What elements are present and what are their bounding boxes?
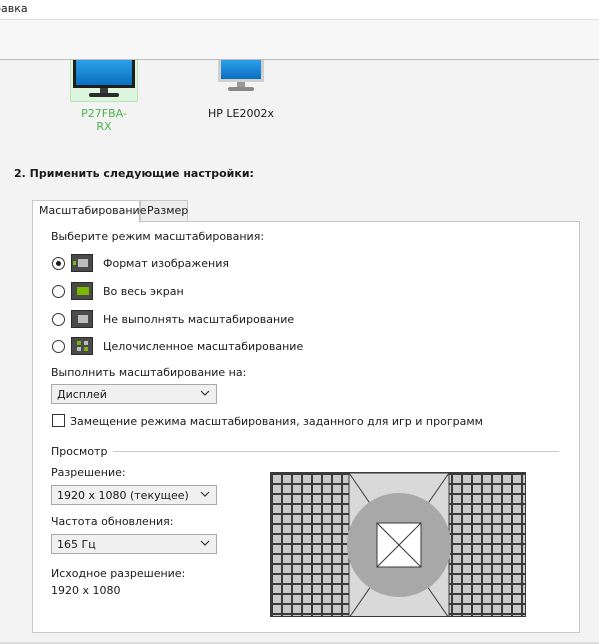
refresh-rate-select[interactable]: 165 Гц — [51, 534, 217, 554]
refresh-rate-label: Частота обновления: — [51, 515, 174, 528]
no-scaling-icon — [71, 310, 93, 328]
tab-scaling[interactable]: Масштабирование — [32, 200, 146, 223]
radio-full-screen[interactable] — [52, 285, 65, 298]
tab-size[interactable]: Размер — [140, 200, 188, 222]
radio-no-scaling[interactable] — [52, 313, 65, 326]
option-label-aspect-ratio[interactable]: Формат изображения — [103, 257, 229, 270]
perform-scaling-on-value: Дисплей — [57, 388, 107, 401]
native-resolution-value: 1920 x 1080 — [51, 584, 121, 597]
display-card-hp[interactable] — [212, 60, 272, 102]
resolution-label: Разрешение: — [51, 466, 126, 479]
option-label-integer-scaling[interactable]: Целочисленное масштабирование — [103, 340, 303, 353]
radio-integer-scaling[interactable] — [52, 340, 65, 353]
option-label-no-scaling[interactable]: Не выполнять масштабирование — [103, 313, 294, 326]
chevron-down-icon — [200, 390, 210, 396]
native-resolution-label: Исходное разрешение: — [51, 567, 186, 580]
preview-divider — [113, 451, 559, 452]
resolution-select[interactable]: 1920 x 1080 (текущее) — [51, 485, 217, 505]
scaling-prompt: Выберите режим масштабирования: — [51, 230, 265, 243]
override-scaling-label[interactable]: Замещение режима масштабирования, заданн… — [70, 415, 483, 428]
scaling-preview-image — [270, 472, 526, 617]
display-label-p27fba: P27FBA-RX — [81, 107, 127, 133]
radio-aspect-ratio[interactable] — [52, 257, 65, 270]
preview-title: Просмотр — [51, 445, 108, 458]
aspect-ratio-icon — [71, 254, 93, 272]
preview-test-pattern — [347, 473, 451, 616]
tab-panel-scaling: Выберите режим масштабирования: Формат и… — [32, 221, 580, 633]
full-screen-icon — [71, 282, 93, 300]
toolbar — [0, 20, 599, 60]
menu-item-help[interactable]: равка — [0, 2, 28, 15]
integer-scaling-icon — [71, 337, 93, 355]
resolution-value: 1920 x 1080 (текущее) — [57, 489, 189, 502]
menu-bar: равка — [0, 0, 599, 20]
override-scaling-checkbox[interactable] — [52, 414, 65, 427]
option-label-full-screen[interactable]: Во весь экран — [103, 285, 184, 298]
chevron-down-icon — [200, 540, 210, 546]
display-card-p27fba[interactable] — [70, 60, 138, 102]
monitor-icon — [73, 60, 135, 100]
section-title: 2. Применить следующие настройки: — [14, 167, 254, 180]
chevron-down-icon — [200, 491, 210, 497]
perform-scaling-on-label: Выполнить масштабирование на: — [51, 366, 247, 379]
monitor-icon — [218, 60, 264, 100]
perform-scaling-on-select[interactable]: Дисплей — [51, 384, 217, 404]
settings-content: P27FBA-RX HP LE2002x 2. Применить следую… — [0, 60, 599, 644]
refresh-rate-value: 165 Гц — [57, 538, 96, 551]
display-label-hp: HP LE2002x — [208, 107, 274, 120]
